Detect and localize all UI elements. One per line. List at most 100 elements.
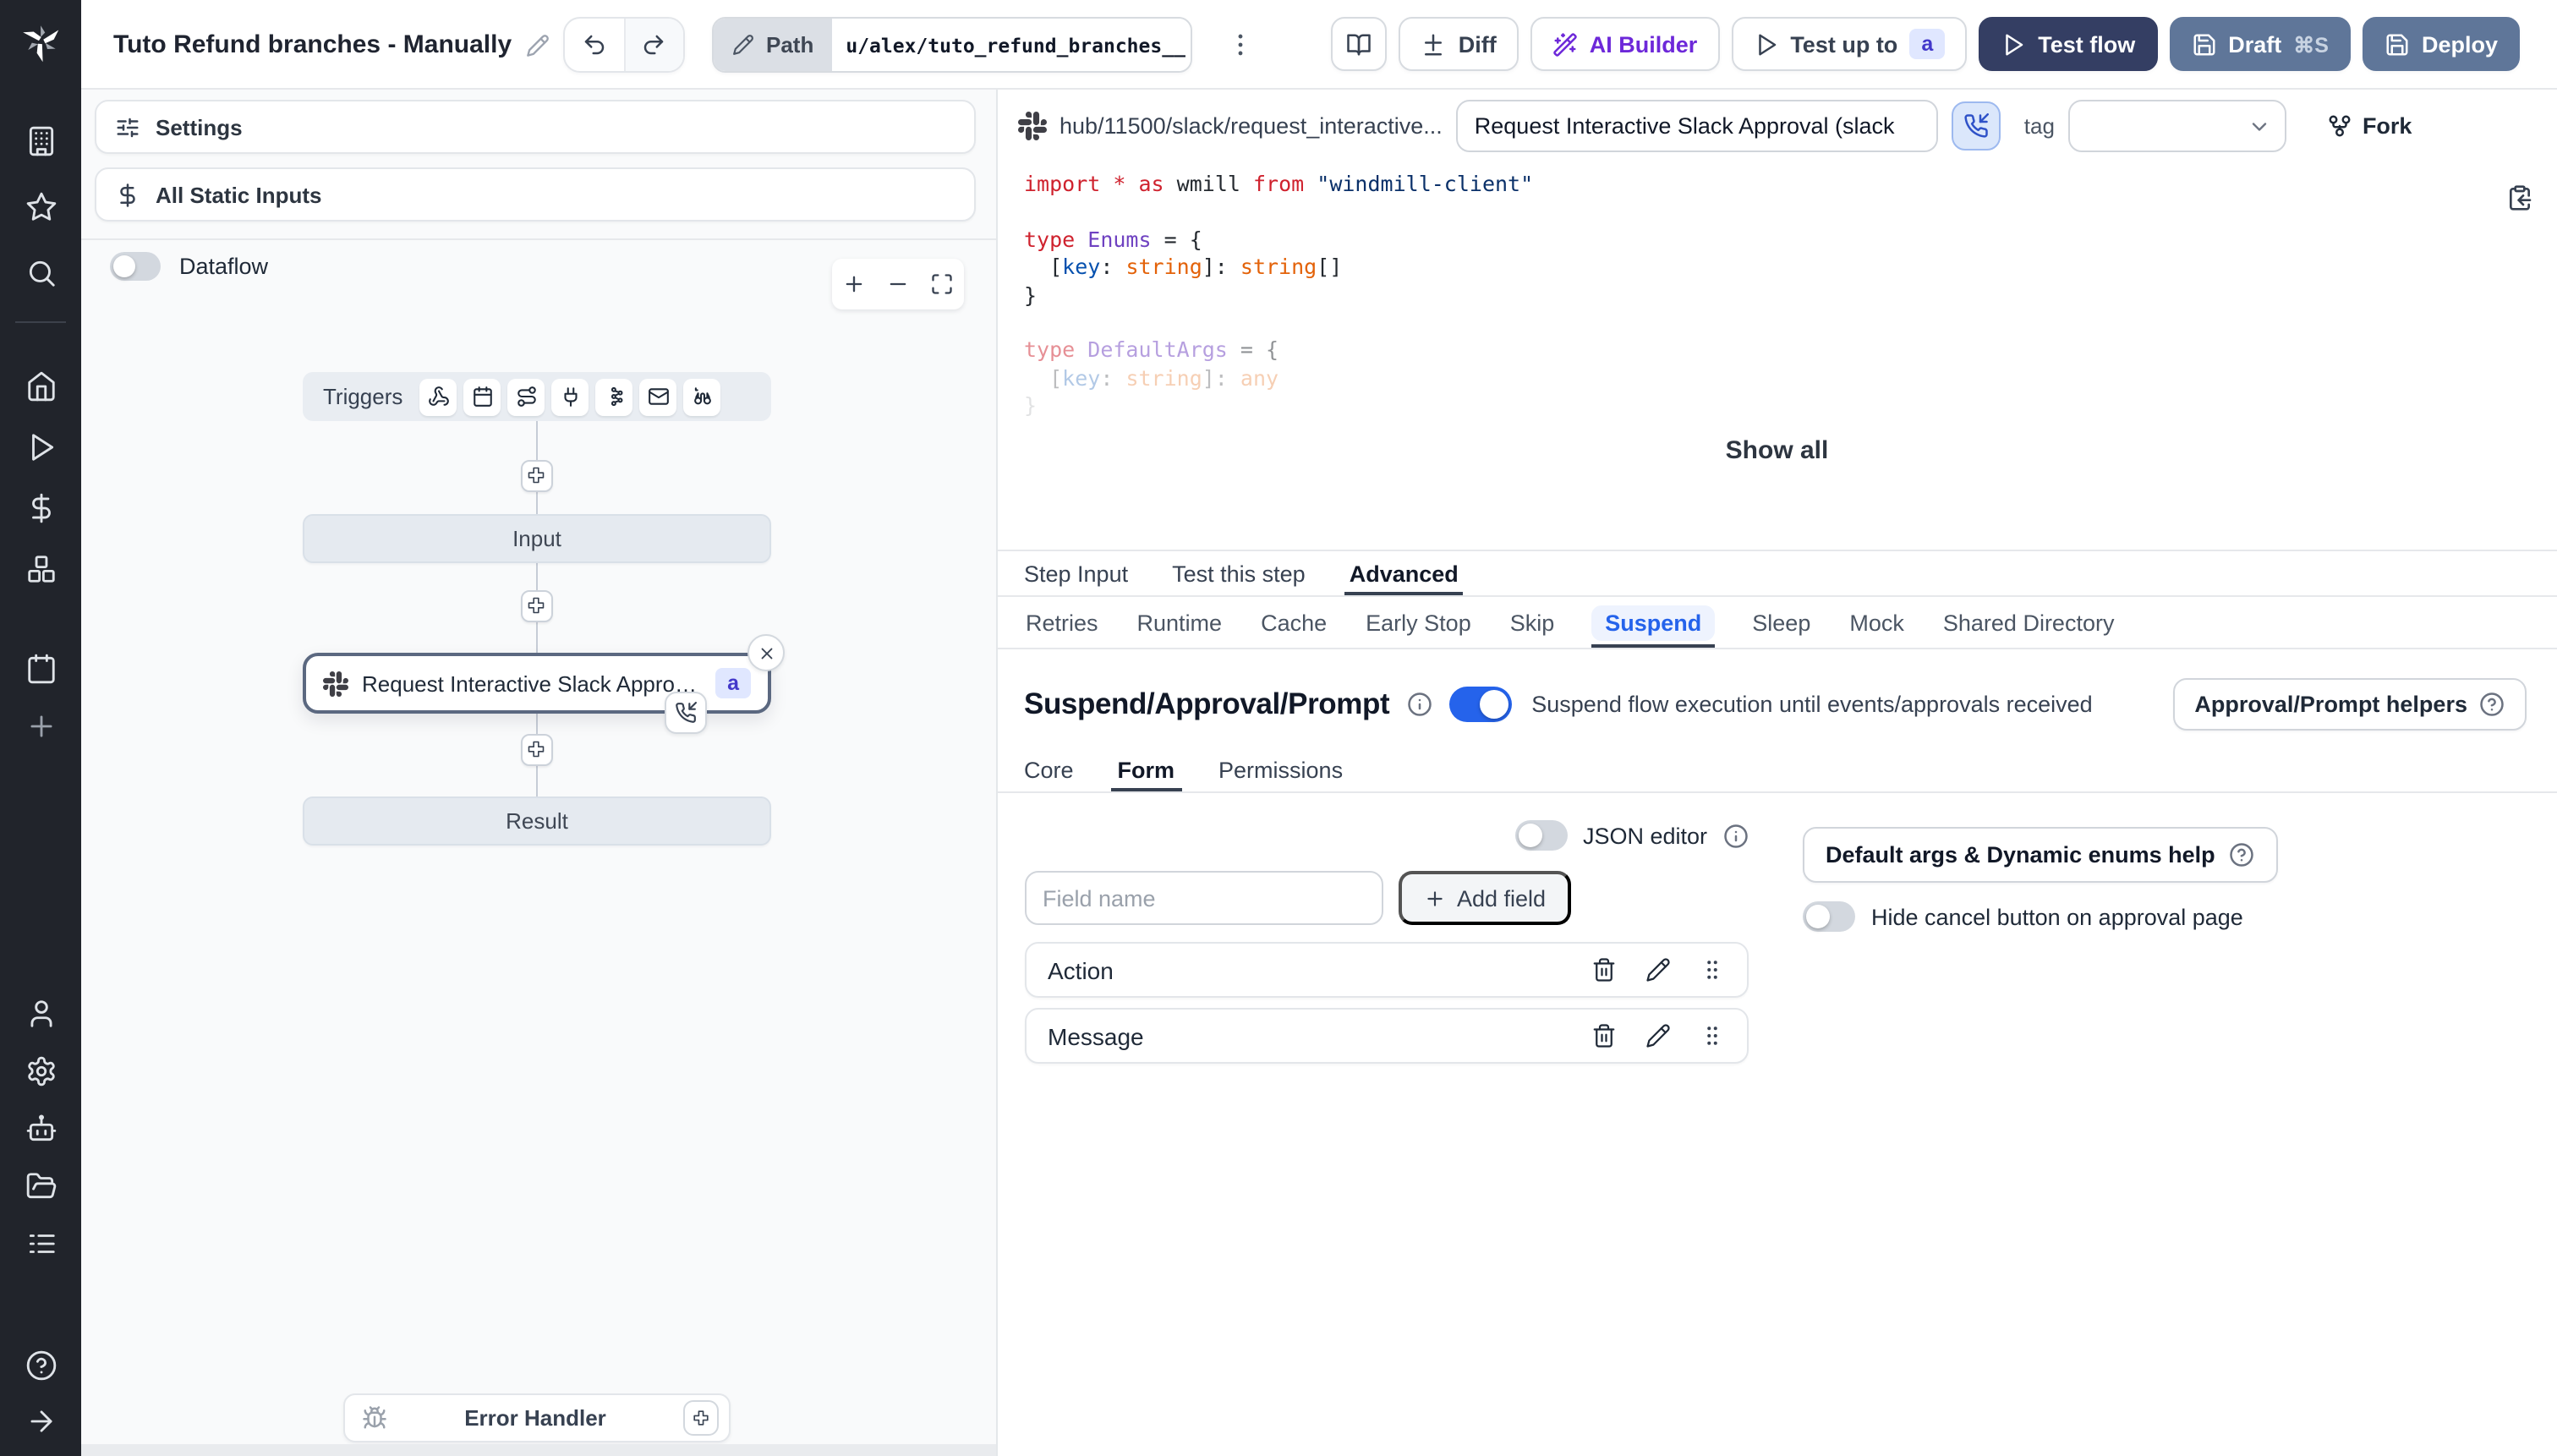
show-all-button[interactable]: Show all xyxy=(997,424,2557,475)
rail-item-dollar[interactable] xyxy=(0,490,81,524)
test-up-to-button[interactable]: Test up to a xyxy=(1731,17,1968,71)
edit-field-button[interactable] xyxy=(1645,957,1670,983)
diff-button[interactable]: Diff xyxy=(1399,17,1519,71)
rail-item-gear[interactable] xyxy=(0,1054,81,1087)
diff-label: Diff xyxy=(1458,31,1497,57)
step-summary-input[interactable] xyxy=(1455,99,1938,151)
add-error-handler-button[interactable] xyxy=(683,1400,719,1436)
docs-button[interactable] xyxy=(1331,17,1388,71)
insert-step-button[interactable] xyxy=(520,733,552,765)
trigger-schedule[interactable] xyxy=(463,378,501,415)
tab-advanced[interactable]: Advanced xyxy=(1344,551,1463,595)
rail-item-help[interactable] xyxy=(0,1348,81,1382)
rail-item-play[interactable] xyxy=(0,430,81,463)
flow-settings-row[interactable]: Settings xyxy=(95,100,975,154)
tab-sleep[interactable]: Sleep xyxy=(1750,605,1812,641)
input-node[interactable]: Input xyxy=(303,514,771,563)
tab-retries[interactable]: Retries xyxy=(1024,605,1100,641)
tag-select[interactable] xyxy=(2067,99,2286,151)
field-name-input[interactable] xyxy=(1024,871,1383,925)
dataflow-toggle-row: Dataflow xyxy=(110,252,268,281)
rail-item-plus[interactable] xyxy=(0,709,81,742)
suspend-phone-button[interactable] xyxy=(1951,101,2001,150)
tab-core[interactable]: Core xyxy=(1024,747,1074,791)
rail-item-list[interactable] xyxy=(0,1226,81,1260)
edit-title-icon[interactable] xyxy=(525,33,549,57)
rail-item-robot[interactable] xyxy=(0,1111,81,1145)
trigger-route[interactable] xyxy=(507,378,545,415)
rail-item-star[interactable] xyxy=(0,189,81,223)
horizontal-scrollbar[interactable] xyxy=(81,1444,995,1456)
zoom-in-button[interactable] xyxy=(833,259,873,309)
triggers-node[interactable]: Triggers xyxy=(303,372,771,421)
code-editor[interactable]: import * as wmill from "windmill-client"… xyxy=(1024,171,2489,420)
hide-cancel-toggle[interactable] xyxy=(1802,901,1854,932)
schedule-icon xyxy=(471,386,493,408)
trigger-webhook[interactable] xyxy=(419,378,457,415)
windmill-logo[interactable] xyxy=(0,0,81,81)
drag-field-handle[interactable] xyxy=(1699,957,1724,983)
delete-step-button[interactable] xyxy=(747,634,785,671)
tab-mock[interactable]: Mock xyxy=(1848,605,1906,641)
rail-item-folder[interactable] xyxy=(0,1169,81,1202)
redo-button[interactable] xyxy=(623,19,683,71)
help-circle-icon xyxy=(2229,842,2254,868)
add-field-button[interactable]: Add field xyxy=(1398,871,1572,925)
fork-label: Fork xyxy=(2362,112,2412,138)
trigger-kafka[interactable] xyxy=(595,378,633,415)
home-icon xyxy=(25,369,57,402)
rail-item-arrow-right[interactable] xyxy=(0,1404,81,1437)
trigger-poll[interactable] xyxy=(683,378,721,415)
tab-suspend[interactable]: Suspend xyxy=(1591,605,1716,648)
suspend-toggle[interactable] xyxy=(1448,686,1512,721)
json-editor-toggle[interactable] xyxy=(1514,820,1568,851)
info-icon xyxy=(1722,823,1748,848)
insert-step-button[interactable] xyxy=(520,589,552,621)
rail-item-user[interactable] xyxy=(0,996,81,1030)
fork-button[interactable]: Fork xyxy=(2327,112,2412,138)
tab-form[interactable]: Form xyxy=(1110,747,1181,791)
trigger-email[interactable] xyxy=(639,378,677,415)
tab-shared-directory[interactable]: Shared Directory xyxy=(1941,605,2116,641)
fit-view-button[interactable] xyxy=(921,259,961,309)
rail-item-calendar[interactable] xyxy=(0,651,81,685)
rail-item-building[interactable] xyxy=(0,123,81,157)
plus-cross-icon xyxy=(526,595,546,616)
undo-redo-group xyxy=(563,17,685,73)
edit-field-button[interactable] xyxy=(1645,1023,1670,1048)
deploy-button[interactable]: Deploy xyxy=(2362,17,2520,71)
ai-builder-button[interactable]: AI Builder xyxy=(1530,17,1720,71)
tab-step-input[interactable]: Step Input xyxy=(1024,551,1128,595)
rail-item-search[interactable] xyxy=(0,255,81,289)
approval-prompt-helpers-button[interactable]: Approval/Prompt helpers xyxy=(2172,677,2527,730)
more-menu-button[interactable] xyxy=(1218,19,1262,71)
path-label: Path xyxy=(766,32,814,57)
error-handler-node[interactable]: Error Handler xyxy=(343,1393,731,1442)
resources-icon xyxy=(25,552,57,584)
delete-field-button[interactable] xyxy=(1591,957,1616,983)
path-edit-button[interactable]: Path xyxy=(714,19,833,71)
result-node[interactable]: Result xyxy=(303,796,771,846)
dataflow-toggle[interactable] xyxy=(110,252,161,281)
trigger-websocket[interactable] xyxy=(551,378,589,415)
tab-permissions[interactable]: Permissions xyxy=(1218,747,1343,791)
rail-item-home[interactable] xyxy=(0,369,81,402)
drag-field-handle[interactable] xyxy=(1699,1023,1724,1048)
path-value[interactable]: u/alex/tuto_refund_branches__ xyxy=(832,19,1191,71)
rail-item-resources[interactable] xyxy=(0,551,81,585)
copy-code-button[interactable] xyxy=(2506,184,2533,211)
tab-cache[interactable]: Cache xyxy=(1259,605,1328,641)
tab-test-this-step[interactable]: Test this step xyxy=(1172,551,1306,595)
tab-runtime[interactable]: Runtime xyxy=(1136,605,1224,641)
static-inputs-row[interactable]: All Static Inputs xyxy=(95,167,975,222)
undo-button[interactable] xyxy=(565,19,623,71)
approval-step-node[interactable]: Request Interactive Slack Approval (... … xyxy=(303,634,785,734)
zoom-out-button[interactable] xyxy=(877,259,917,309)
tab-skip[interactable]: Skip xyxy=(1508,605,1557,641)
default-args-help-button[interactable]: Default args & Dynamic enums help xyxy=(1802,827,2278,883)
tab-early-stop[interactable]: Early Stop xyxy=(1364,605,1473,641)
delete-field-button[interactable] xyxy=(1591,1023,1616,1048)
test-flow-button[interactable]: Test flow xyxy=(1979,17,2158,71)
draft-button[interactable]: Draft ⌘S xyxy=(2169,17,2351,71)
insert-step-button[interactable] xyxy=(520,459,552,491)
